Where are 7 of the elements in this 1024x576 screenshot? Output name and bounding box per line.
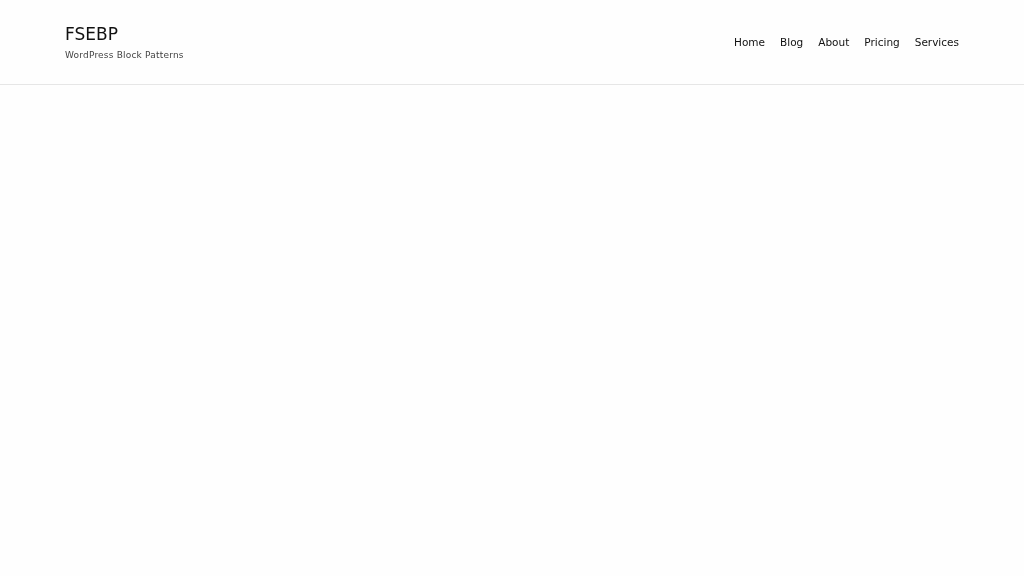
nav-link[interactable]: Blog <box>780 36 804 48</box>
nav-link[interactable]: Home <box>734 36 766 48</box>
site-title[interactable]: FSEBP <box>65 24 184 44</box>
site-tagline: WordPress Block Patterns <box>65 50 184 60</box>
nav-link[interactable]: Pricing <box>864 36 900 48</box>
nav-link[interactable]: About <box>818 36 850 48</box>
nav-link[interactable]: Services <box>914 36 959 48</box>
